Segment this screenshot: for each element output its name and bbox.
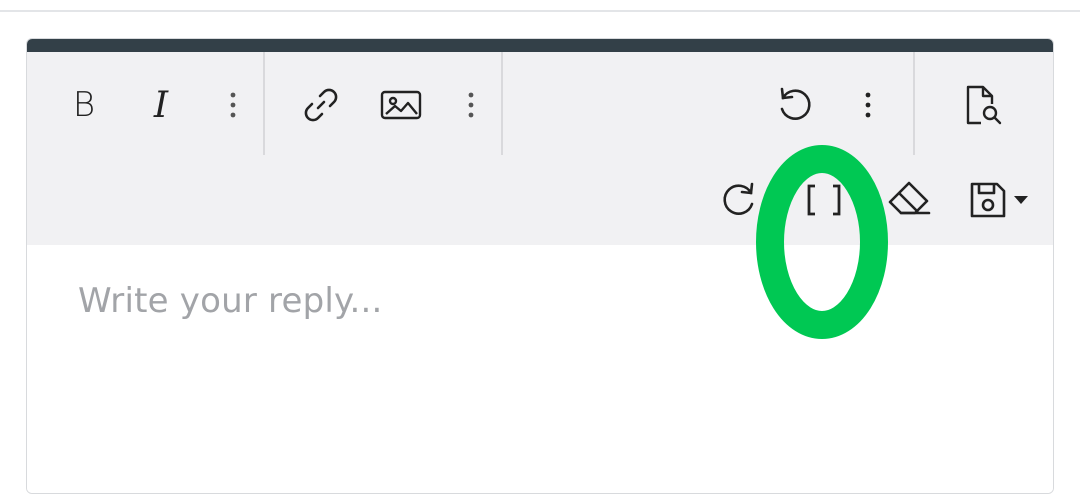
- bold-icon: B: [72, 85, 96, 125]
- redo-icon: [723, 182, 754, 215]
- save-draft-button[interactable]: [962, 176, 1036, 224]
- preview-icon: [966, 85, 1002, 125]
- link-icon: [304, 88, 338, 122]
- eraser-icon: [888, 181, 931, 215]
- italic-icon: I: [153, 84, 169, 126]
- reply-editor: B I Write your reply...: [26, 38, 1054, 494]
- editor-accent-bar: [27, 39, 1053, 52]
- more-vertical-icon: [468, 92, 474, 118]
- undo-button[interactable]: [771, 81, 819, 129]
- insert-image-button[interactable]: [377, 81, 425, 129]
- top-divider: [0, 10, 1080, 12]
- toolbar-separator: [501, 52, 503, 155]
- more-vertical-icon: [230, 92, 236, 118]
- remove-formatting-button[interactable]: [885, 176, 933, 224]
- more-formatting-button[interactable]: [221, 81, 245, 129]
- italic-button[interactable]: I: [137, 81, 185, 129]
- toggle-bbcode-button[interactable]: [800, 176, 848, 224]
- toolbar-separator: [913, 52, 915, 155]
- bold-button[interactable]: B: [60, 81, 108, 129]
- undo-icon: [780, 87, 811, 120]
- reply-placeholder: Write your reply...: [78, 281, 383, 321]
- toolbar-separator: [263, 52, 265, 155]
- more-actions-button[interactable]: [856, 81, 880, 129]
- bbcode-brackets-icon: [807, 184, 841, 216]
- insert-link-button[interactable]: [297, 81, 345, 129]
- toolbar-row-primary: B I: [27, 52, 1053, 155]
- preview-button[interactable]: [959, 81, 1007, 129]
- more-insert-button[interactable]: [459, 81, 483, 129]
- reply-textarea[interactable]: Write your reply...: [27, 245, 1053, 493]
- caret-down-icon: [1014, 196, 1028, 204]
- redo-button[interactable]: [715, 176, 763, 224]
- toolbar-row-secondary: [27, 155, 1053, 245]
- save-draft-icon: [970, 182, 1006, 218]
- image-icon: [380, 90, 422, 120]
- more-vertical-icon: [865, 92, 871, 118]
